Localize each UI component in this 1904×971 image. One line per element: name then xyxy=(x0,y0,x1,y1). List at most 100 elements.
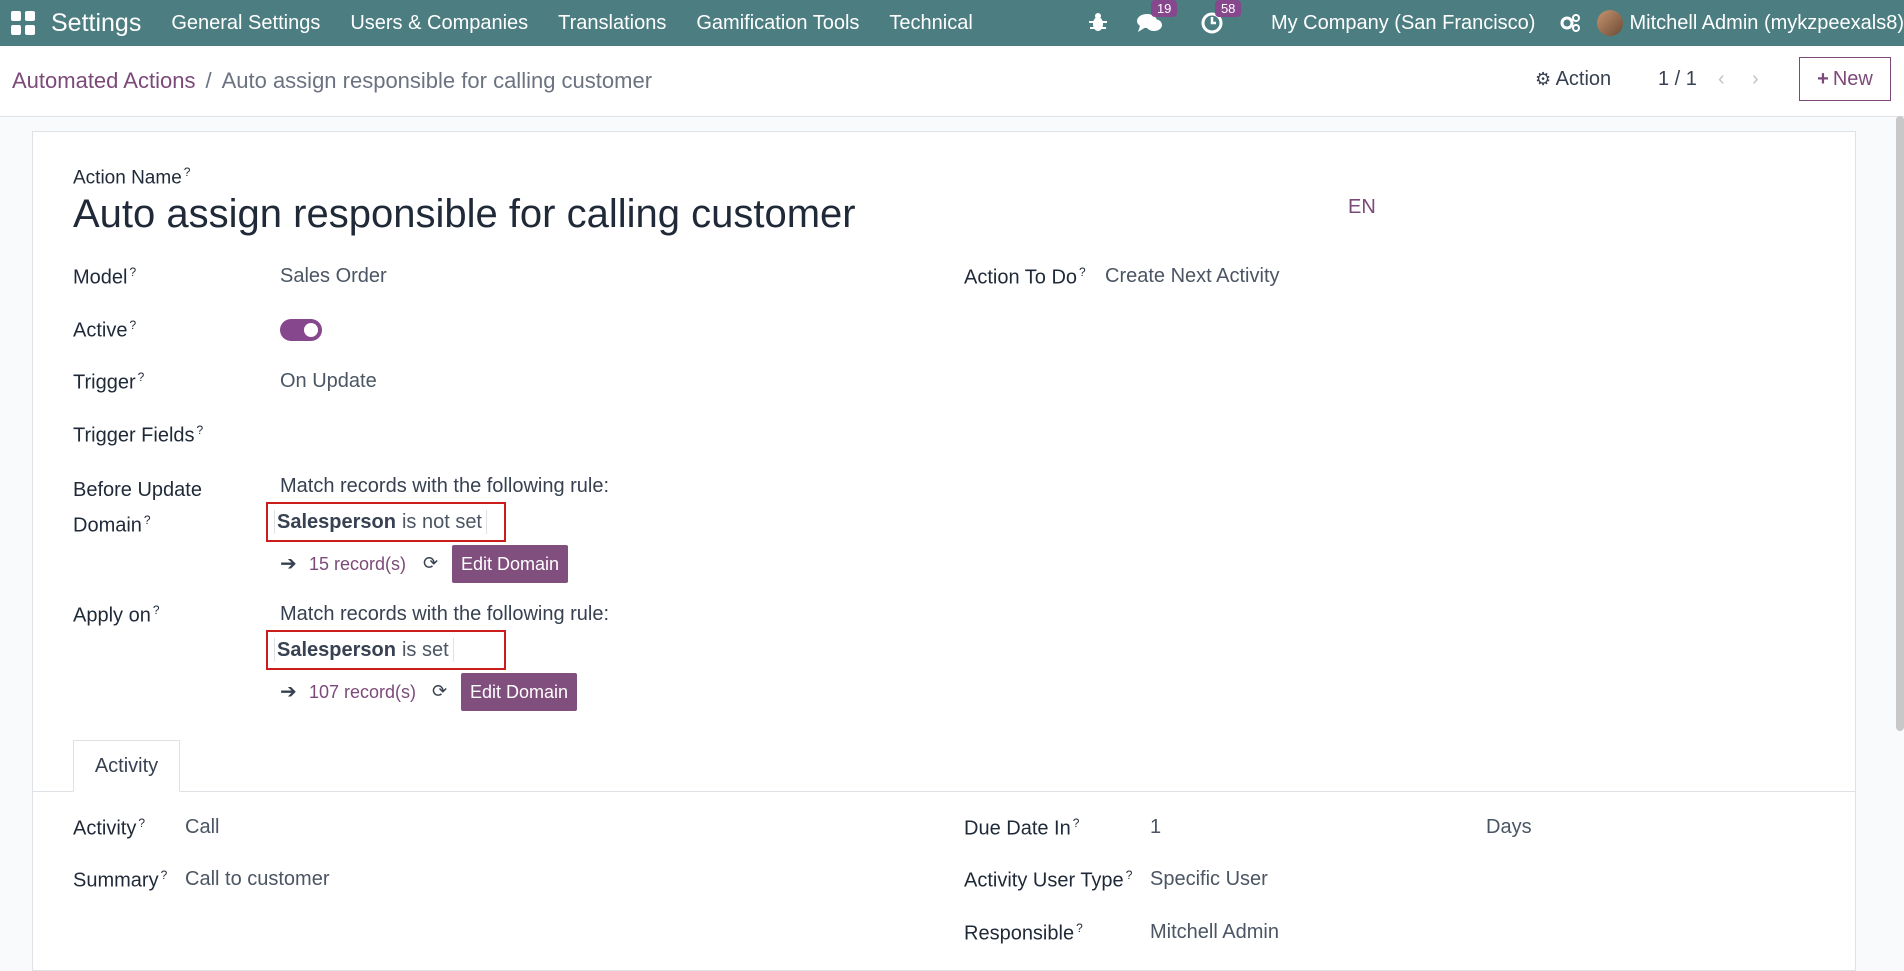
trigger-label-text: Trigger xyxy=(73,371,136,394)
activity-type-field[interactable]: Call xyxy=(185,816,219,839)
apply-on-label-text: Apply on xyxy=(73,604,151,627)
breadcrumb-parent-link[interactable]: Automated Actions xyxy=(12,68,195,93)
apply-on-label: Apply on? xyxy=(73,603,160,628)
arrow-right-icon: ➔ xyxy=(280,681,297,703)
apply-domain-field: Salesperson xyxy=(277,638,396,661)
company-switcher[interactable]: My Company (San Francisco) xyxy=(1271,12,1536,35)
due-date-label: Due Date In? xyxy=(964,816,1079,841)
action-todo-label: Action To Do? xyxy=(964,265,1086,290)
before-domain-operator: is not set xyxy=(401,510,482,533)
activity-user-type-label-text: Activity User Type xyxy=(964,869,1124,892)
pager-next-icon[interactable]: › xyxy=(1752,68,1759,91)
help-tooltip-icon[interactable]: ? xyxy=(129,318,136,332)
apply-domain-record-count-link[interactable]: 107 record(s) xyxy=(309,682,416,703)
debug-settings-icon[interactable] xyxy=(1559,13,1581,33)
due-date-label-text: Due Date In xyxy=(964,817,1071,840)
before-domain-rule-text: Match records with the following rule: xyxy=(280,475,610,497)
responsible-label-text: Responsible xyxy=(964,922,1075,945)
messages-icon[interactable]: 19 xyxy=(1136,0,1178,34)
before-domain-label: Before Update Domain? xyxy=(73,475,202,541)
active-toggle[interactable] xyxy=(280,319,322,341)
summary-field[interactable]: Call to customer xyxy=(185,868,330,891)
due-date-unit-field[interactable]: Days xyxy=(1486,816,1532,839)
menu-users-companies[interactable]: Users & Companies xyxy=(350,12,528,35)
activity-type-label-text: Activity xyxy=(73,817,137,840)
help-tooltip-icon[interactable]: ? xyxy=(138,816,145,830)
new-button[interactable]: + New xyxy=(1799,57,1891,101)
action-name-label-text: Action Name xyxy=(73,167,182,189)
model-field[interactable]: Sales Order xyxy=(280,265,387,288)
action-name-label: Action Name? xyxy=(73,165,190,189)
menu-technical[interactable]: Technical xyxy=(889,12,972,35)
responsible-label: Responsible? xyxy=(964,921,1083,946)
trigger-fields-label-text: Trigger Fields xyxy=(73,424,195,447)
action-menu-button[interactable]: ⚙ Action xyxy=(1535,68,1611,91)
action-name-input[interactable]: Auto assign responsible for calling cust… xyxy=(73,192,856,237)
user-menu[interactable]: Mitchell Admin (mykzpeexals8) xyxy=(1629,12,1904,35)
tab-activity[interactable]: Activity xyxy=(73,740,180,792)
help-tooltip-icon[interactable]: ? xyxy=(153,603,160,617)
before-domain-field: Salesperson xyxy=(277,510,396,533)
help-tooltip-icon[interactable]: ? xyxy=(1126,868,1133,882)
activities-badge: 58 xyxy=(1214,0,1242,17)
help-tooltip-icon[interactable]: ? xyxy=(1079,265,1086,279)
before-domain-highlight[interactable]: Salesperson is not set xyxy=(266,502,506,542)
breadcrumb-separator: / xyxy=(205,68,212,93)
activity-user-type-field[interactable]: Specific User xyxy=(1150,868,1268,891)
menu-translations[interactable]: Translations xyxy=(558,12,666,35)
user-avatar[interactable] xyxy=(1597,10,1624,36)
apply-domain-condition[interactable]: Salesperson is set xyxy=(274,638,454,662)
responsible-field[interactable]: Mitchell Admin xyxy=(1150,921,1279,944)
refresh-icon[interactable]: ⟳ xyxy=(432,681,447,702)
apply-domain-edit-button[interactable]: Edit Domain xyxy=(461,673,577,711)
due-date-value-field[interactable]: 1 xyxy=(1150,816,1161,839)
pager-previous-icon[interactable]: ‹ xyxy=(1718,68,1725,91)
help-tooltip-icon[interactable]: ? xyxy=(161,868,168,882)
before-domain-label-line1: Before Update xyxy=(73,479,202,501)
pager-value[interactable]: 1 / 1 xyxy=(1658,68,1697,91)
help-tooltip-icon[interactable]: ? xyxy=(144,513,151,527)
menu-gamification-tools[interactable]: Gamification Tools xyxy=(696,12,859,35)
action-menu-label: Action xyxy=(1555,68,1612,90)
arrow-right-icon: ➔ xyxy=(280,553,297,575)
before-domain-label-line2: Domain xyxy=(73,514,142,537)
summary-label: Summary? xyxy=(73,868,167,893)
tabs-divider xyxy=(32,791,1856,792)
help-tooltip-icon[interactable]: ? xyxy=(1073,816,1080,830)
summary-label-text: Summary xyxy=(73,869,159,892)
language-button[interactable]: EN xyxy=(1348,196,1376,219)
apps-menu-icon[interactable] xyxy=(11,11,37,35)
gear-icon: ⚙ xyxy=(1535,69,1552,89)
before-domain-record-count-link[interactable]: 15 record(s) xyxy=(309,554,406,575)
active-label-text: Active xyxy=(73,319,128,342)
help-tooltip-icon[interactable]: ? xyxy=(1076,921,1083,935)
activities-clock-icon[interactable]: 58 xyxy=(1201,0,1242,34)
plus-icon: + xyxy=(1817,67,1829,90)
breadcrumb-current: Auto assign responsible for calling cust… xyxy=(221,68,653,93)
toggle-knob xyxy=(304,323,318,337)
new-button-label: New xyxy=(1832,67,1873,90)
before-domain-edit-button[interactable]: Edit Domain xyxy=(452,545,568,583)
apply-domain-rule-text: Match records with the following rule: xyxy=(280,603,610,625)
trigger-field[interactable]: On Update xyxy=(280,370,377,393)
help-tooltip-icon[interactable]: ? xyxy=(197,423,204,437)
before-domain-condition[interactable]: Salesperson is not set xyxy=(274,510,487,534)
apply-domain-operator: is set xyxy=(401,638,449,661)
bug-icon[interactable] xyxy=(1088,13,1107,33)
app-brand[interactable]: Settings xyxy=(51,9,141,38)
action-todo-label-text: Action To Do xyxy=(964,266,1078,289)
help-tooltip-icon[interactable]: ? xyxy=(184,165,191,179)
active-label: Active? xyxy=(73,318,136,343)
menu-general-settings[interactable]: General Settings xyxy=(171,12,320,35)
model-label-text: Model xyxy=(73,266,128,289)
breadcrumb: Automated Actions / Auto assign responsibl… xyxy=(12,68,652,94)
refresh-icon[interactable]: ⟳ xyxy=(423,553,438,574)
top-navbar: Settings General Settings Users & Compan… xyxy=(0,0,1904,46)
form-sheet xyxy=(32,131,1856,971)
help-tooltip-icon[interactable]: ? xyxy=(138,370,145,384)
trigger-label: Trigger? xyxy=(73,370,144,395)
apply-domain-highlight[interactable]: Salesperson is set xyxy=(266,630,506,670)
vertical-scrollbar[interactable] xyxy=(1896,116,1904,731)
help-tooltip-icon[interactable]: ? xyxy=(129,265,136,279)
action-todo-field[interactable]: Create Next Activity xyxy=(1105,265,1280,288)
